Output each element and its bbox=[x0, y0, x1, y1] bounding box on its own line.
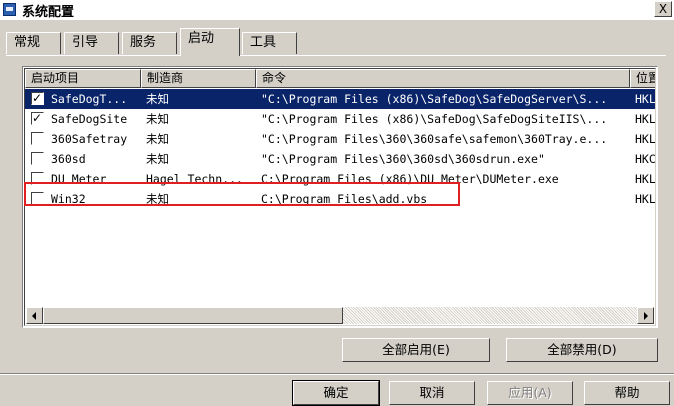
startup-checkbox[interactable] bbox=[31, 132, 44, 145]
arrow-left-icon bbox=[32, 312, 36, 320]
tab-services[interactable]: 服务 bbox=[122, 32, 177, 54]
scroll-track[interactable] bbox=[343, 307, 637, 324]
cancel-button[interactable]: 取消 bbox=[389, 381, 475, 405]
table-row[interactable]: 360sd 未知 "C:\Program Files\360\360sd\360… bbox=[25, 149, 655, 169]
divider bbox=[0, 373, 674, 375]
column-header-item[interactable]: 启动项目 bbox=[25, 69, 141, 88]
tab-panel-edge bbox=[6, 55, 666, 56]
table-row[interactable]: Win32 未知 C:\Program Files\add.vbs HKL bbox=[25, 189, 655, 209]
help-button[interactable]: 帮助 bbox=[584, 381, 670, 405]
tab-general[interactable]: 常规 bbox=[6, 32, 61, 54]
horizontal-scrollbar[interactable] bbox=[26, 307, 654, 324]
table-row[interactable]: SafeDogSite 未知 "C:\Program Files (x86)\S… bbox=[25, 108, 655, 129]
startup-checkbox[interactable] bbox=[31, 172, 44, 185]
startup-checkbox[interactable] bbox=[31, 152, 44, 165]
title-bar: 系统配置 X bbox=[0, 0, 674, 20]
scroll-right-button[interactable] bbox=[637, 307, 654, 324]
tab-strip: 常规 引导 服务 启动 工具 bbox=[0, 22, 674, 56]
system-config-icon bbox=[3, 3, 16, 16]
startup-checkbox[interactable] bbox=[31, 192, 44, 205]
disable-all-button[interactable]: 全部禁用(D) bbox=[506, 338, 658, 362]
table-row[interactable]: SafeDogT... 未知 "C:\Program Files (x86)\S… bbox=[25, 88, 655, 109]
tab-startup[interactable]: 启动 bbox=[180, 28, 240, 56]
startup-checkbox[interactable] bbox=[31, 108, 44, 128]
scroll-left-button[interactable] bbox=[26, 307, 43, 324]
column-header-command[interactable]: 命令 bbox=[256, 69, 630, 88]
close-button[interactable]: X bbox=[654, 1, 672, 17]
column-header-maker[interactable]: 制造商 bbox=[141, 69, 256, 88]
tab-boot[interactable]: 引导 bbox=[64, 32, 119, 54]
startup-list[interactable]: 启动项目 制造商 命令 位置 SafeDogT... 未知 "C:\Progra… bbox=[22, 66, 658, 328]
window-title: 系统配置 bbox=[22, 5, 75, 20]
table-row[interactable]: DU Meter Hagel Techn... C:\Program Files… bbox=[25, 169, 655, 189]
apply-button[interactable]: 应用(A) bbox=[487, 381, 573, 405]
scroll-thumb[interactable] bbox=[43, 307, 343, 324]
enable-all-button[interactable]: 全部启用(E) bbox=[342, 338, 490, 362]
startup-checkbox[interactable] bbox=[31, 88, 44, 108]
ok-button[interactable]: 确定 bbox=[292, 380, 380, 406]
arrow-right-icon bbox=[644, 312, 648, 320]
tab-tools[interactable]: 工具 bbox=[242, 32, 297, 54]
table-row[interactable]: 360Safetray 未知 "C:\Program Files\360\360… bbox=[25, 129, 655, 149]
column-header-location[interactable]: 位置 bbox=[630, 69, 655, 88]
